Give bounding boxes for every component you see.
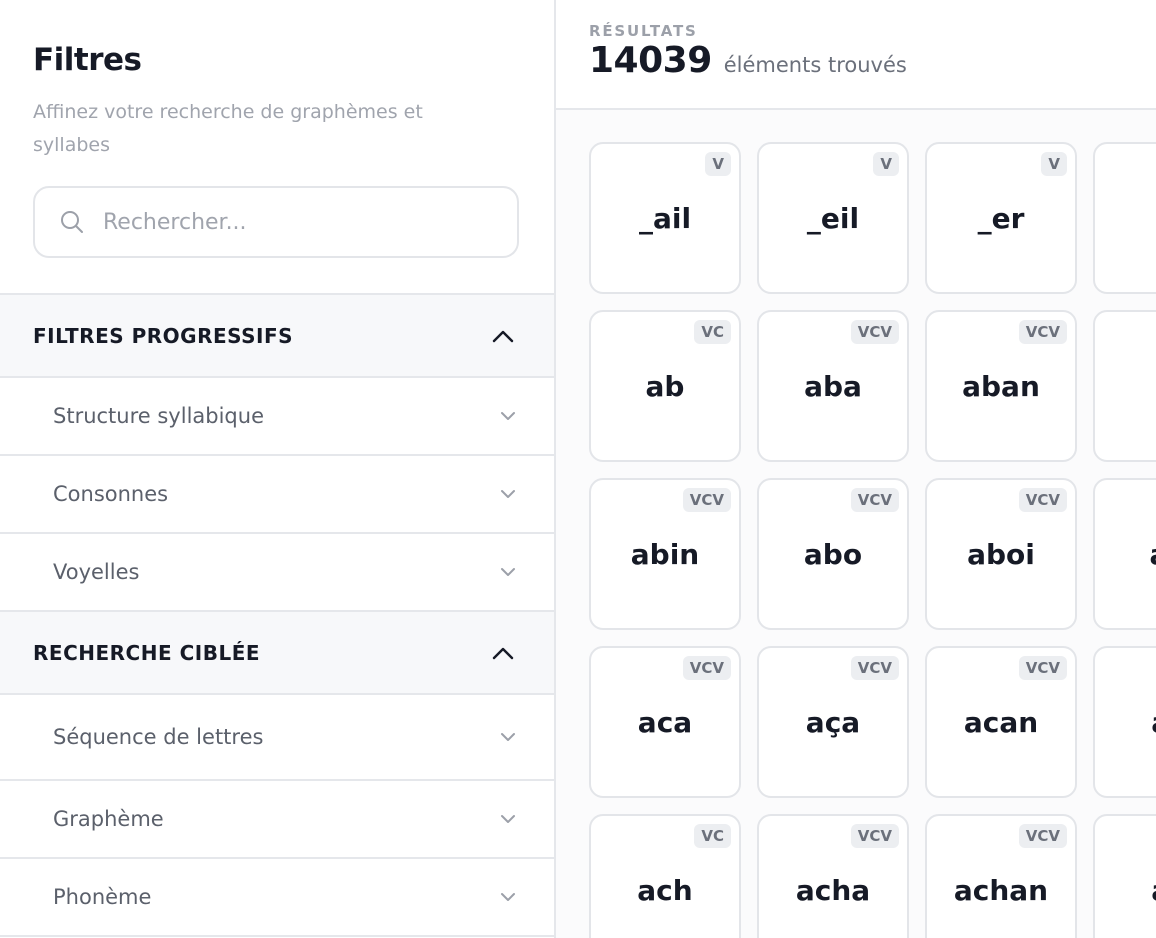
structure-badge: VCV [1018, 824, 1067, 848]
results-text: éléments trouvés [723, 53, 907, 77]
card-text: ac [1151, 706, 1156, 739]
chevron-down-icon [501, 815, 515, 823]
chevron-down-icon [501, 733, 515, 741]
filter-label: Séquence de lettres [53, 725, 264, 749]
result-card[interactable]: VCV achan [925, 814, 1077, 938]
card-text: _eil [806, 201, 860, 235]
result-card[interactable]: V _ail [589, 142, 741, 294]
filter-phoneme[interactable]: Phonème [0, 859, 554, 937]
chevron-down-icon [501, 893, 515, 901]
card-text: _er [977, 201, 1025, 235]
result-card[interactable]: VCV abin [589, 478, 741, 630]
search-icon [61, 211, 83, 233]
results-header: RÉSULTATS 14039 éléments trouvés [556, 0, 1156, 110]
result-card[interactable]: VCV aça [757, 646, 909, 798]
structure-badge: VCV [1018, 488, 1067, 512]
result-card[interactable]: _ [1093, 142, 1156, 294]
card-text: aça [805, 705, 861, 739]
structure-badge: VCV [850, 656, 899, 680]
result-card[interactable]: VCV acan [925, 646, 1077, 798]
section-label: RECHERCHE CIBLÉE [33, 640, 261, 665]
card-text: acha [795, 873, 871, 907]
structure-badge: V [1041, 152, 1067, 176]
card-text: ab [645, 369, 685, 403]
search-box[interactable] [33, 186, 519, 258]
structure-badge: VC [694, 320, 731, 344]
structure-badge: VCV [1018, 320, 1067, 344]
result-card[interactable]: VC ab [589, 310, 741, 462]
results-summary: 14039 éléments trouvés [589, 40, 1156, 81]
card-text: _ail [638, 201, 692, 235]
chevron-up-icon [492, 647, 514, 659]
filter-label: Phonème [53, 885, 152, 909]
card-text: aban [962, 369, 1040, 403]
filter-sequence-de-lettres[interactable]: Séquence de lettres [0, 695, 554, 781]
chevron-down-icon [501, 412, 515, 420]
structure-badge: V [705, 152, 731, 176]
filter-label: Consonnes [53, 482, 169, 506]
filters-sidebar: Filtres Affinez votre recherche de graph… [0, 0, 556, 938]
result-card[interactable]: VCV acha [757, 814, 909, 938]
chevron-down-icon [501, 490, 515, 498]
result-card[interactable]: VCV aca [589, 646, 741, 798]
results-grid: V_ail V_eil V_er _ VCab VCVaba VCVaban a… [556, 110, 1156, 938]
result-card[interactable]: ab [1093, 478, 1156, 630]
structure-badge: V [873, 152, 899, 176]
results-label: RÉSULTATS [589, 22, 698, 40]
structure-badge: VC [694, 824, 731, 848]
card-text: abin [630, 537, 700, 571]
card-text: ach [637, 873, 693, 907]
card-text: ab [1150, 538, 1156, 571]
result-card[interactable]: V _eil [757, 142, 909, 294]
result-card[interactable]: VC ach [589, 814, 741, 938]
filter-structure-syllabique[interactable]: Structure syllabique [0, 378, 554, 456]
result-card[interactable]: ac [1093, 646, 1156, 798]
structure-badge: VCV [682, 488, 731, 512]
result-card[interactable]: VCV aba [757, 310, 909, 462]
card-text: abo [803, 537, 863, 571]
search-input[interactable] [103, 209, 483, 235]
structure-badge: VCV [682, 656, 731, 680]
structure-badge: VCV [1018, 656, 1067, 680]
section-recherche-ciblee-header[interactable]: RECHERCHE CIBLÉE [0, 612, 554, 695]
card-text: ac [1151, 874, 1156, 907]
filter-label: Voyelles [53, 560, 140, 584]
results-panel: RÉSULTATS 14039 éléments trouvés V _ail V… [556, 0, 1156, 938]
chevron-down-icon [501, 568, 515, 576]
result-card[interactable]: VCV aboi [925, 478, 1077, 630]
card-text: aba [804, 369, 862, 403]
sidebar-subtitle: Affinez votre recherche de graphèmes et … [33, 101, 423, 156]
filter-voyelles[interactable]: Voyelles [0, 534, 554, 612]
sidebar-header: Filtres Affinez votre recherche de graph… [0, 0, 554, 295]
structure-badge: VCV [850, 320, 899, 344]
card-text: aboi [967, 537, 1035, 571]
filter-label: Structure syllabique [53, 404, 264, 428]
result-card[interactable]: VCV aban [925, 310, 1077, 462]
result-card[interactable]: V _er [925, 142, 1077, 294]
result-card[interactable]: a [1093, 310, 1156, 462]
sidebar-title: Filtres [33, 42, 142, 78]
filter-grapheme[interactable]: Graphème [0, 781, 554, 859]
app: Filtres Affinez votre recherche de graph… [0, 0, 1156, 938]
card-text: aca [637, 705, 693, 739]
filter-label: Graphème [53, 807, 164, 831]
section-filtres-progressifs-header[interactable]: FILTRES PROGRESSIFS [0, 295, 554, 378]
card-text: acan [963, 705, 1039, 739]
section-label: FILTRES PROGRESSIFS [33, 323, 294, 348]
card-text: achan [953, 873, 1049, 907]
result-card[interactable]: ac [1093, 814, 1156, 938]
chevron-up-icon [492, 330, 514, 342]
results-count: 14039 [589, 40, 712, 81]
structure-badge: VCV [850, 824, 899, 848]
structure-badge: VCV [850, 488, 899, 512]
result-card[interactable]: VCV abo [757, 478, 909, 630]
filter-consonnes[interactable]: Consonnes [0, 456, 554, 534]
